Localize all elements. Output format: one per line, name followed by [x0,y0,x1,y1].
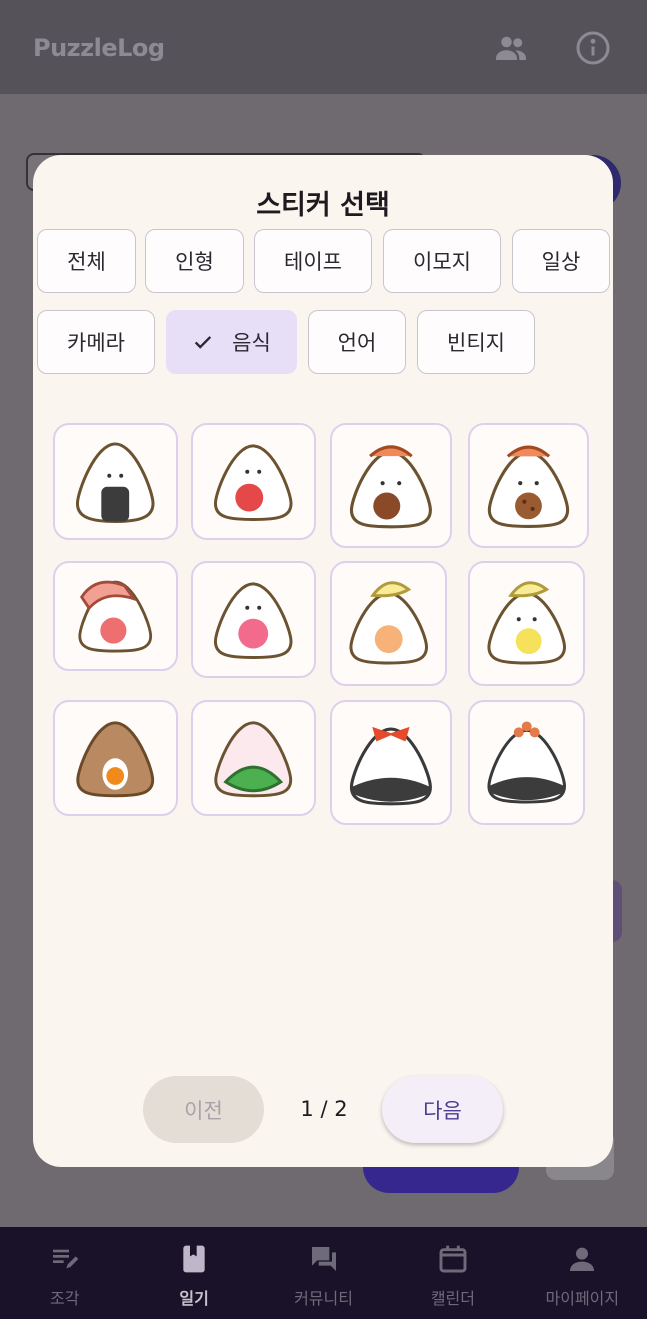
category-chip-daily[interactable]: 일상 [512,229,610,293]
onigiri-chick-sticker[interactable] [468,561,585,686]
onigiri-shiso-sticker[interactable] [191,700,316,816]
category-chip-camera[interactable]: 카메라 [37,310,155,374]
forum-icon [307,1242,341,1276]
chip-label: 음식 [232,331,271,355]
category-chip-all[interactable]: 전체 [37,229,136,293]
chip-label: 언어 [337,331,377,355]
page-indicator: 1 / 2 [300,1097,348,1121]
onigiri-bow-nori-sticker[interactable] [330,700,452,825]
onigiri-umeboshi-sticker[interactable] [191,423,316,540]
chip-label: 전체 [67,250,106,274]
category-chip-vintage[interactable]: 빈티지 [417,310,535,374]
category-chip-doll[interactable]: 인형 [145,229,244,293]
book-icon [177,1242,211,1276]
chip-label: 카메라 [67,331,125,355]
chip-label: 일상 [541,250,581,274]
check-icon [192,331,214,353]
person-icon [565,1242,599,1276]
nav-item-mypage[interactable]: 마이페이지 [518,1227,647,1319]
nav-label: 일기 [179,1291,209,1308]
category-chip-food[interactable]: 음식 [166,310,297,374]
nav-label: 커뮤니티 [294,1291,353,1308]
bottom-navigation: 조각 일기 커뮤니티 캘린더 마이페이지 [0,1227,647,1319]
nav-item-diary[interactable]: 일기 [129,1227,258,1319]
calendar-icon [436,1242,470,1276]
nav-item-community[interactable]: 커뮤니티 [259,1227,388,1319]
category-chip-language[interactable]: 언어 [308,310,406,374]
notes-edit-icon [48,1242,82,1276]
onigiri-nori-sticker[interactable] [53,423,178,540]
chip-label: 빈티지 [447,331,505,355]
nav-label: 마이페이지 [545,1291,620,1308]
onigiri-shrimp-cookie-sticker[interactable] [468,423,589,548]
category-chip-tape[interactable]: 테이프 [254,229,372,293]
dialog-title: 스티커 선택 [256,190,390,221]
onigiri-brown-egg-sticker[interactable] [53,700,178,816]
onigiri-ham-sticker[interactable] [53,561,178,671]
chip-label: 테이프 [284,250,342,274]
nav-label: 조각 [49,1291,80,1308]
onigiri-pink-sticker[interactable] [191,561,316,678]
chip-label: 이모지 [413,250,471,274]
sticker-select-dialog: 스티커 선택 전체 인형 테이프 이모지 일상 카메라 음식 언어 빈티지 이전… [33,155,613,1167]
app-logo: PuzzleLog [33,34,165,62]
nav-label: 캘린더 [430,1291,475,1308]
info-icon[interactable] [575,30,611,66]
app-header: PuzzleLog [0,0,647,94]
nav-item-calendar[interactable]: 캘린더 [388,1227,517,1319]
nav-item-pieces[interactable]: 조각 [0,1227,129,1319]
prev-page-button[interactable]: 이전 [143,1076,264,1143]
onigiri-flower-nori-sticker[interactable] [468,700,585,825]
category-chip-emoji[interactable]: 이모지 [383,229,501,293]
next-page-button[interactable]: 다음 [382,1076,503,1143]
people-icon[interactable] [493,30,529,66]
onigiri-shrimp-fried-sticker[interactable] [330,423,452,548]
onigiri-hat-egg-sticker[interactable] [330,561,447,686]
chip-label: 인형 [175,250,214,274]
